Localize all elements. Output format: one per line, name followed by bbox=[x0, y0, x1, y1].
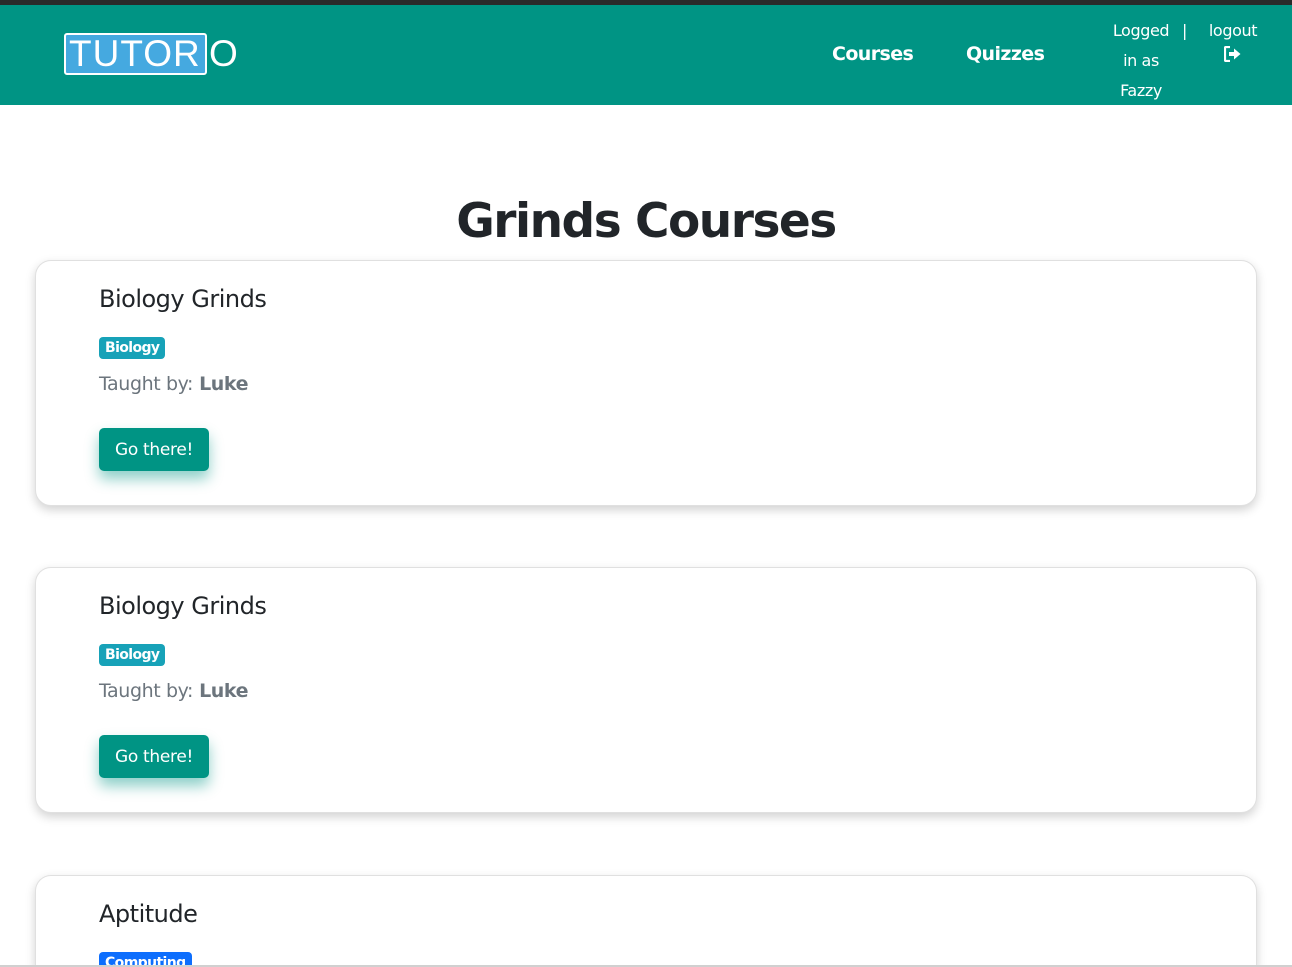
page-title: Grinds Courses bbox=[456, 194, 837, 249]
go-there-button[interactable]: Go there! bbox=[99, 735, 209, 778]
go-there-button[interactable]: Go there! bbox=[99, 428, 209, 471]
taught-by-label: Taught by: bbox=[99, 373, 194, 395]
logged-in-username: Fazzy bbox=[1120, 81, 1162, 100]
tutor-name: Luke bbox=[199, 373, 249, 395]
taught-by-label: Taught by: bbox=[99, 680, 194, 702]
tutor-name: Luke bbox=[199, 680, 249, 702]
logo-tail-text: O bbox=[209, 33, 238, 74]
logged-in-status: Logged in as Fazzy bbox=[1108, 16, 1174, 106]
navbar: TUTOR O Courses Quizzes Logged in as Faz… bbox=[0, 5, 1292, 105]
taught-by: Taught by: Luke bbox=[99, 680, 249, 702]
logout-link[interactable]: logout bbox=[1200, 16, 1266, 62]
nav-courses-link[interactable]: Courses bbox=[832, 43, 914, 65]
logged-in-line-1: Logged bbox=[1112, 21, 1170, 40]
course-title: Biology Grinds bbox=[99, 592, 267, 620]
course-card: Biology Grinds Biology Taught by: Luke Go… bbox=[35, 260, 1257, 506]
subject-badge: Biology bbox=[99, 337, 166, 359]
course-title: Biology Grinds bbox=[99, 285, 267, 313]
taught-by: Taught by: Luke bbox=[99, 373, 249, 395]
logout-label: logout bbox=[1208, 21, 1258, 40]
logged-in-line-2: in as bbox=[1123, 51, 1159, 70]
nav-separator: | bbox=[1182, 21, 1188, 40]
course-title: Aptitude bbox=[99, 900, 198, 928]
course-card: Aptitude Computing bbox=[35, 875, 1257, 967]
sign-out-icon bbox=[1224, 46, 1241, 62]
nav-quizzes-link[interactable]: Quizzes bbox=[966, 43, 1045, 65]
logo-box-text: TUTOR bbox=[64, 33, 207, 75]
subject-badge: Biology bbox=[99, 644, 166, 666]
course-card: Biology Grinds Biology Taught by: Luke Go… bbox=[35, 567, 1257, 813]
